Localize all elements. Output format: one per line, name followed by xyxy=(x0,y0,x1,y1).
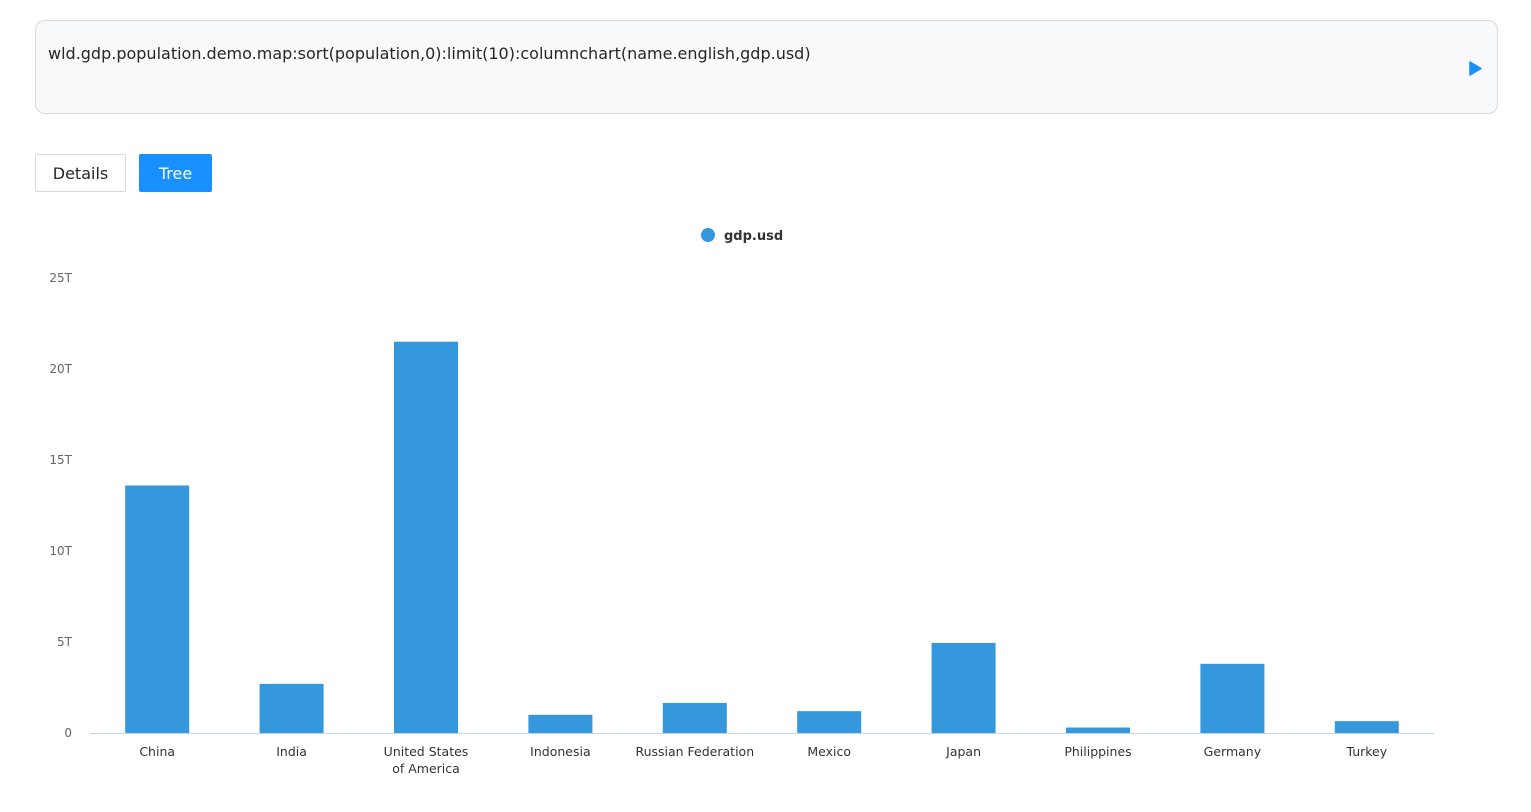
bar xyxy=(394,341,458,733)
x-tick-label: United States of America xyxy=(384,744,469,776)
y-tick-label: 15T xyxy=(49,453,72,467)
x-tick-label: Philippines xyxy=(1064,744,1131,759)
bar xyxy=(125,485,190,733)
chart-svg: gdp.usd 0 5T 10T 15T 20T 25T China India United S… xyxy=(49,228,1434,776)
bar xyxy=(662,702,727,733)
query-editor[interactable]: wld.gdp.population.demo.map:sort(populat… xyxy=(35,20,1498,114)
query-text[interactable]: wld.gdp.population.demo.map:sort(populat… xyxy=(48,44,811,63)
x-tick-label: Russian Federation xyxy=(635,744,754,759)
y-tick-label: 0 xyxy=(64,726,72,740)
y-tick-label: 5T xyxy=(57,635,73,649)
bar xyxy=(1066,727,1130,733)
legend-marker xyxy=(701,228,715,242)
y-tick-label: 20T xyxy=(49,362,72,376)
bar xyxy=(797,711,862,733)
x-tick-label: Mexico xyxy=(807,744,851,759)
run-query-button[interactable] xyxy=(1467,60,1483,76)
x-tick-label: Indonesia xyxy=(530,744,590,759)
x-tick-label: China xyxy=(139,744,175,759)
y-tick-label: 10T xyxy=(49,544,72,558)
tree-button[interactable]: Tree xyxy=(139,154,212,192)
bar xyxy=(259,683,324,733)
details-button[interactable]: Details xyxy=(35,154,126,192)
bar xyxy=(528,714,593,733)
bar xyxy=(1334,721,1399,733)
x-tick-label: India xyxy=(276,744,307,759)
column-chart: gdp.usd 0 5T 10T 15T 20T 25T China India United S… xyxy=(0,215,1531,808)
bar xyxy=(931,642,996,733)
x-tick-label: Germany xyxy=(1204,744,1262,759)
legend-label: gdp.usd xyxy=(724,229,783,244)
bar xyxy=(1200,663,1265,733)
x-tick-label: Turkey xyxy=(1345,744,1387,759)
y-tick-label: 25T xyxy=(49,271,72,285)
x-tick-label: Japan xyxy=(945,744,981,759)
play-icon xyxy=(1468,60,1482,76)
